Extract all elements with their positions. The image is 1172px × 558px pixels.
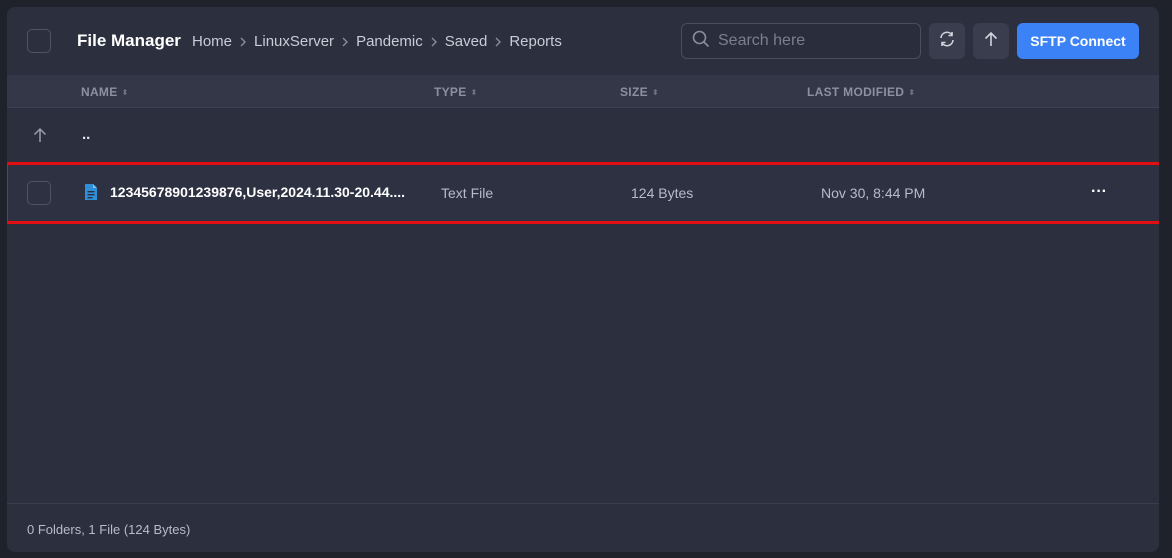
table-header: NAME ⬍ TYPE ⬍ SIZE ⬍ LAST MODIFIED ⬍ (7, 75, 1159, 108)
arrow-up-icon (982, 30, 1000, 53)
footer: 0 Folders, 1 File (124 Bytes) (7, 503, 1159, 552)
sort-icon: ⬍ (651, 87, 659, 97)
footer-summary: 0 Folders, 1 File (124 Bytes) (27, 522, 191, 537)
column-name[interactable]: NAME ⬍ (81, 85, 129, 99)
column-modified-label: LAST MODIFIED (807, 85, 905, 99)
search-icon (692, 30, 710, 53)
refresh-button[interactable] (929, 23, 965, 59)
file-type: Text File (441, 185, 494, 201)
search-input[interactable] (718, 32, 908, 50)
parent-directory-row[interactable]: .. (7, 108, 1159, 164)
refresh-icon (938, 30, 956, 53)
sftp-connect-button[interactable]: SFTP Connect (1017, 23, 1139, 59)
breadcrumb-reports[interactable]: Reports (509, 33, 562, 50)
column-size-label: SIZE (620, 85, 648, 99)
file-modified: Nov 30, 8:44 PM (821, 185, 926, 201)
upload-button[interactable] (973, 23, 1009, 59)
header: File Manager Home LinuxServer Pandemic S… (7, 7, 1159, 75)
sort-icon: ⬍ (121, 87, 129, 97)
file-name[interactable]: 12345678901239876,User,2024.11.30-20.44.… (110, 184, 405, 200)
column-name-label: NAME (81, 85, 118, 99)
row-checkbox[interactable] (27, 181, 51, 205)
chevron-right-icon (494, 37, 502, 47)
breadcrumb-home[interactable]: Home (192, 33, 232, 50)
column-modified[interactable]: LAST MODIFIED ⬍ (807, 85, 915, 99)
file-manager-panel: File Manager Home LinuxServer Pandemic S… (7, 7, 1159, 552)
breadcrumb-linuxserver[interactable]: LinuxServer (254, 33, 334, 50)
table-row[interactable]: 12345678901239876,User,2024.11.30-20.44.… (7, 164, 1159, 222)
column-size[interactable]: SIZE ⬍ (620, 85, 659, 99)
arrow-up-icon (31, 126, 49, 149)
more-options-icon[interactable]: ··· (1087, 180, 1111, 204)
page-title: File Manager (77, 31, 181, 50)
chevron-right-icon (341, 37, 349, 47)
file-size: 124 Bytes (631, 185, 694, 201)
breadcrumb: Home LinuxServer Pandemic Saved Reports (192, 33, 562, 50)
column-type[interactable]: TYPE ⬍ (434, 85, 478, 99)
column-type-label: TYPE (434, 85, 467, 99)
chevron-right-icon (430, 37, 438, 47)
parent-directory-label: .. (82, 126, 91, 143)
breadcrumb-pandemic[interactable]: Pandemic (356, 33, 423, 50)
chevron-right-icon (239, 37, 247, 47)
breadcrumb-saved[interactable]: Saved (445, 33, 488, 50)
search-box (681, 23, 921, 59)
select-all-checkbox[interactable] (27, 29, 51, 53)
sort-icon: ⬍ (470, 87, 478, 97)
text-file-icon (84, 183, 98, 206)
sort-icon: ⬍ (908, 87, 916, 97)
